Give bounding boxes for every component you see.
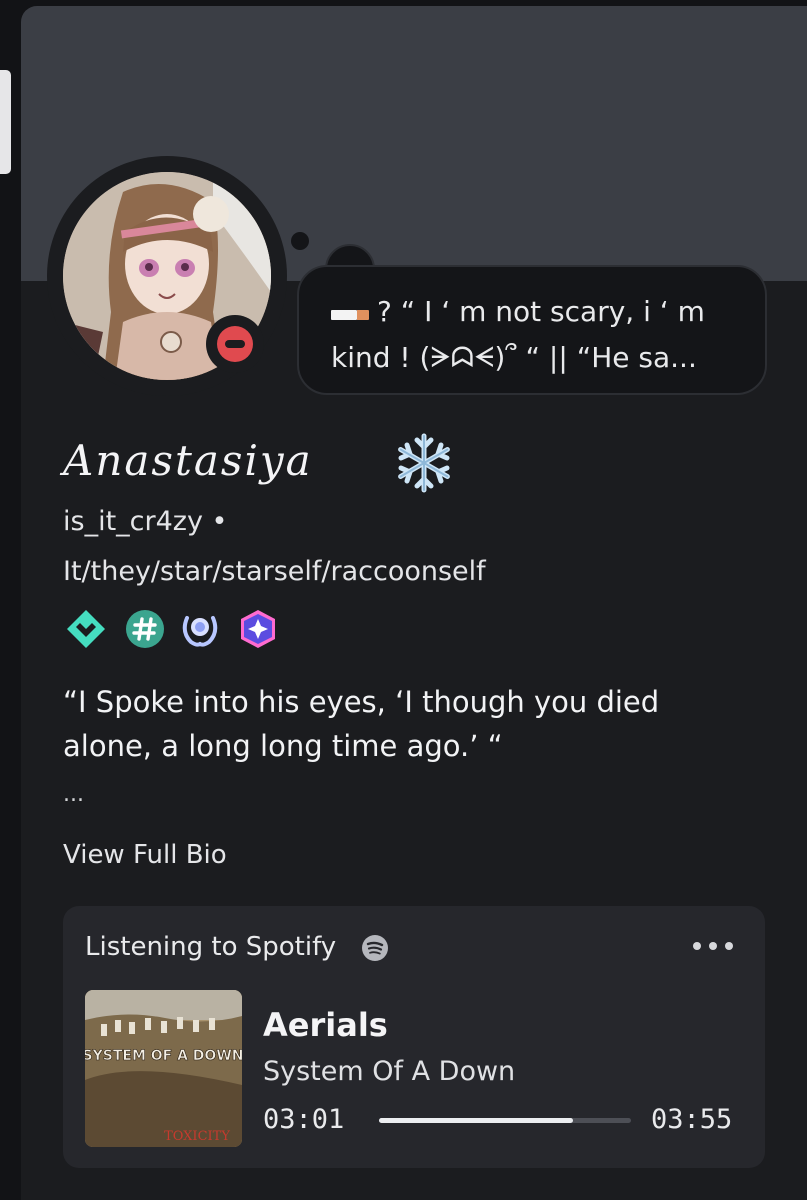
activity-heading: Listening to Spotify	[85, 932, 337, 962]
playback-progress-fill	[379, 1118, 574, 1123]
spotify-icon	[362, 935, 388, 961]
spotify-activity-card: Listening to Spotify SYSTEM OF A DOWN TO…	[63, 906, 765, 1168]
laurel-icon[interactable]	[179, 608, 221, 650]
status-text-2: kind ! (ᗒᗣᗕ)՞ “ || “He sa...	[331, 341, 697, 374]
bio-text: “I Spoke into his eyes, ‘I though you di…	[63, 680, 763, 768]
track-title[interactable]: Aerials	[263, 1006, 388, 1044]
bio-ellipsis: ...	[63, 782, 84, 807]
nitro-gem-icon[interactable]	[237, 608, 279, 650]
view-full-bio-link[interactable]: View Full Bio	[63, 840, 227, 870]
dnd-status-icon	[217, 326, 253, 362]
total-duration: 03:55	[651, 1104, 733, 1135]
album-art-subtitle: TOXICITY	[164, 1129, 230, 1144]
hashtag-icon[interactable]	[124, 608, 166, 650]
profile-card: ? “ I ‘ m not scary, i ‘ m kind ! (ᗒᗣᗕ)՞…	[21, 6, 807, 1200]
bio-line-2: alone, a long long time ago.’ “	[63, 729, 503, 763]
elapsed-time: 03:01	[263, 1104, 345, 1135]
snowflake-icon	[398, 433, 450, 493]
bubble-tail-dot-small	[291, 232, 309, 250]
hypesquad-balance-icon[interactable]	[65, 608, 107, 650]
username[interactable]: is_it_cr4zy •	[63, 506, 227, 537]
pronouns: It/they/star/starself/raccoonself	[63, 556, 486, 587]
album-art-image: SYSTEM OF A DOWN TOXICITY	[85, 990, 242, 1147]
more-options-icon[interactable]	[693, 940, 733, 952]
cigarette-icon	[331, 306, 375, 322]
status-line-1: ? “ I ‘ m not scary, i ‘ m	[331, 289, 735, 335]
artist-name[interactable]: System Of A Down	[263, 1056, 515, 1087]
bubble-tail-join	[327, 268, 371, 294]
album-art-title: SYSTEM OF A DOWN	[85, 1048, 242, 1064]
album-art[interactable]: SYSTEM OF A DOWN TOXICITY	[85, 990, 242, 1147]
status-text-1: ? “ I ‘ m not scary, i ‘ m	[377, 295, 705, 328]
display-name: Anastasiya	[63, 436, 313, 485]
bio-line-1: “I Spoke into his eyes, ‘I though you di…	[63, 685, 660, 719]
playback-progress-bar	[379, 1118, 631, 1123]
side-drawer-handle[interactable]	[0, 70, 11, 174]
